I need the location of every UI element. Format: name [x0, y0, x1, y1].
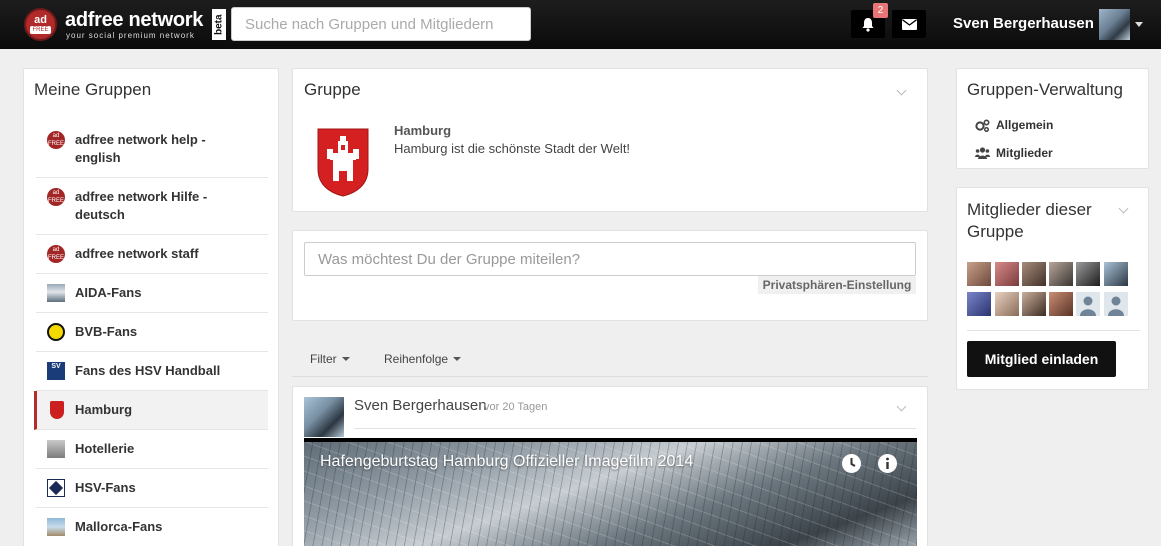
adfree-group-icon: ad FREE	[47, 245, 65, 263]
group-item-label: AIDA-Fans	[75, 285, 142, 300]
group-item-label: adfree network staff	[75, 246, 199, 261]
group-item-aida-fans[interactable]: AIDA-Fans	[36, 274, 268, 313]
privacy-settings-button[interactable]: Privatsphären-Einstellung	[758, 276, 916, 294]
group-item-adfree-hilfe-deutsch[interactable]: ad FREE adfree network Hilfe - deutsch	[36, 178, 268, 235]
search-input[interactable]	[231, 7, 531, 41]
member-avatar[interactable]	[1049, 292, 1073, 316]
group-card-title: Gruppe	[304, 80, 361, 99]
watch-later-clock-icon[interactable]	[842, 454, 861, 473]
brand-name[interactable]: adfree network	[65, 9, 203, 32]
admin-link-members[interactable]: Mitglieder	[975, 146, 1053, 160]
group-item-hsv-handball[interactable]: SV Fans des HSV Handball	[36, 352, 268, 391]
order-label: Reihenfolge	[384, 352, 449, 366]
group-admin-title: Gruppen-Verwaltung	[967, 80, 1123, 99]
group-item-label: adfree network Hilfe - deutsch	[75, 189, 208, 222]
group-item-hamburg[interactable]: Hamburg	[34, 391, 268, 430]
group-members-title: Mitglieder dieser Gruppe	[967, 200, 1092, 241]
my-groups-title: Meine Gruppen	[34, 80, 152, 99]
logo-text-bottom: FREE	[30, 26, 51, 34]
embedded-video-player[interactable]: Hafengeburtstag Hamburg Offizieller Imag…	[304, 438, 917, 546]
group-name: Hamburg	[394, 123, 452, 138]
member-avatar[interactable]	[1104, 262, 1128, 286]
caret-down-icon	[341, 357, 350, 361]
order-dropdown[interactable]: Reihenfolge	[384, 352, 462, 366]
filter-label: Filter	[310, 352, 337, 366]
group-item-label: Mallorca-Fans	[75, 519, 163, 534]
group-item-hotellerie[interactable]: Hotellerie	[36, 430, 268, 469]
member-avatar[interactable]	[1076, 262, 1100, 286]
members-divider	[967, 330, 1140, 331]
group-item-label: Hamburg	[75, 402, 133, 417]
aida-ship-icon	[47, 284, 65, 302]
info-icon[interactable]	[878, 454, 897, 473]
brand-tagline: your social premium network	[66, 31, 195, 40]
group-item-label: BVB-Fans	[75, 324, 138, 339]
invite-member-button[interactable]: Mitglied einladen	[967, 341, 1116, 377]
adfree-group-icon: ad FREE	[47, 131, 65, 149]
notification-count-badge: 2	[873, 3, 888, 18]
admin-link-label: Mitglieder	[996, 146, 1053, 160]
group-item-hsv-fans[interactable]: HSV-Fans	[36, 469, 268, 508]
bell-icon	[862, 17, 874, 32]
member-avatar[interactable]	[1022, 262, 1046, 286]
group-item-label: Fans des HSV Handball	[75, 363, 221, 378]
admin-link-label: Allgemein	[996, 118, 1054, 132]
gears-icon	[975, 118, 990, 132]
user-silhouette-icon	[1080, 296, 1096, 316]
messages-button[interactable]	[892, 10, 926, 38]
group-item-adfree-staff[interactable]: ad FREE adfree network staff	[36, 235, 268, 274]
users-icon	[975, 147, 990, 159]
post-composer-input[interactable]	[304, 242, 916, 276]
group-item-adfree-help-english[interactable]: ad FREE adfree network help - english	[36, 121, 268, 178]
member-avatar-placeholder[interactable]	[1076, 292, 1100, 316]
hamburg-crest-image	[317, 128, 369, 197]
group-info-card	[292, 68, 928, 212]
admin-link-general[interactable]: Allgemein	[975, 118, 1053, 132]
group-item-label: adfree network help - english	[75, 132, 206, 165]
user-silhouette-icon	[1108, 296, 1124, 316]
member-avatar[interactable]	[967, 262, 991, 286]
member-avatar[interactable]	[995, 262, 1019, 286]
adfree-logo[interactable]: ad FREE	[24, 8, 57, 41]
hotel-icon	[47, 440, 65, 458]
member-avatar-placeholder[interactable]	[1104, 292, 1128, 316]
beta-badge: beta	[212, 9, 226, 40]
group-item-mallorca-fans[interactable]: Mallorca-Fans	[36, 508, 268, 546]
post-author-avatar[interactable]	[304, 397, 344, 437]
post-timestamp: vor 20 Tagen	[484, 401, 548, 413]
video-title[interactable]: Hafengeburtstag Hamburg Offizieller Imag…	[320, 453, 693, 471]
user-menu-caret-icon[interactable]	[1135, 22, 1143, 27]
group-description: Hamburg ist die schönste Stadt der Welt!	[394, 141, 631, 156]
hsv-handball-logo-icon: SV	[47, 362, 65, 380]
envelope-icon	[901, 18, 917, 30]
group-item-bvb-fans[interactable]: BVB-Fans	[36, 313, 268, 352]
current-user-name[interactable]: Sven Bergerhausen	[953, 15, 1094, 32]
group-item-label: HSV-Fans	[75, 480, 136, 495]
post-divider	[354, 428, 916, 429]
member-avatar[interactable]	[1022, 292, 1046, 316]
member-avatar[interactable]	[995, 292, 1019, 316]
mallorca-icon	[47, 518, 65, 536]
bvb-logo-icon	[47, 323, 65, 341]
post-author-name[interactable]: Sven Bergerhausen	[354, 397, 487, 414]
member-avatar[interactable]	[1049, 262, 1073, 286]
caret-down-icon	[453, 357, 462, 361]
video-top-edge	[304, 438, 917, 442]
user-avatar[interactable]	[1099, 9, 1130, 40]
member-avatar[interactable]	[967, 292, 991, 316]
group-item-label: Hotellerie	[75, 441, 135, 456]
filter-dropdown[interactable]: Filter	[310, 352, 350, 366]
hsv-diamond-icon	[47, 479, 65, 497]
adfree-group-icon: ad FREE	[47, 188, 65, 206]
hamburg-crest-icon	[50, 401, 64, 419]
logo-text-top: ad	[34, 14, 47, 26]
